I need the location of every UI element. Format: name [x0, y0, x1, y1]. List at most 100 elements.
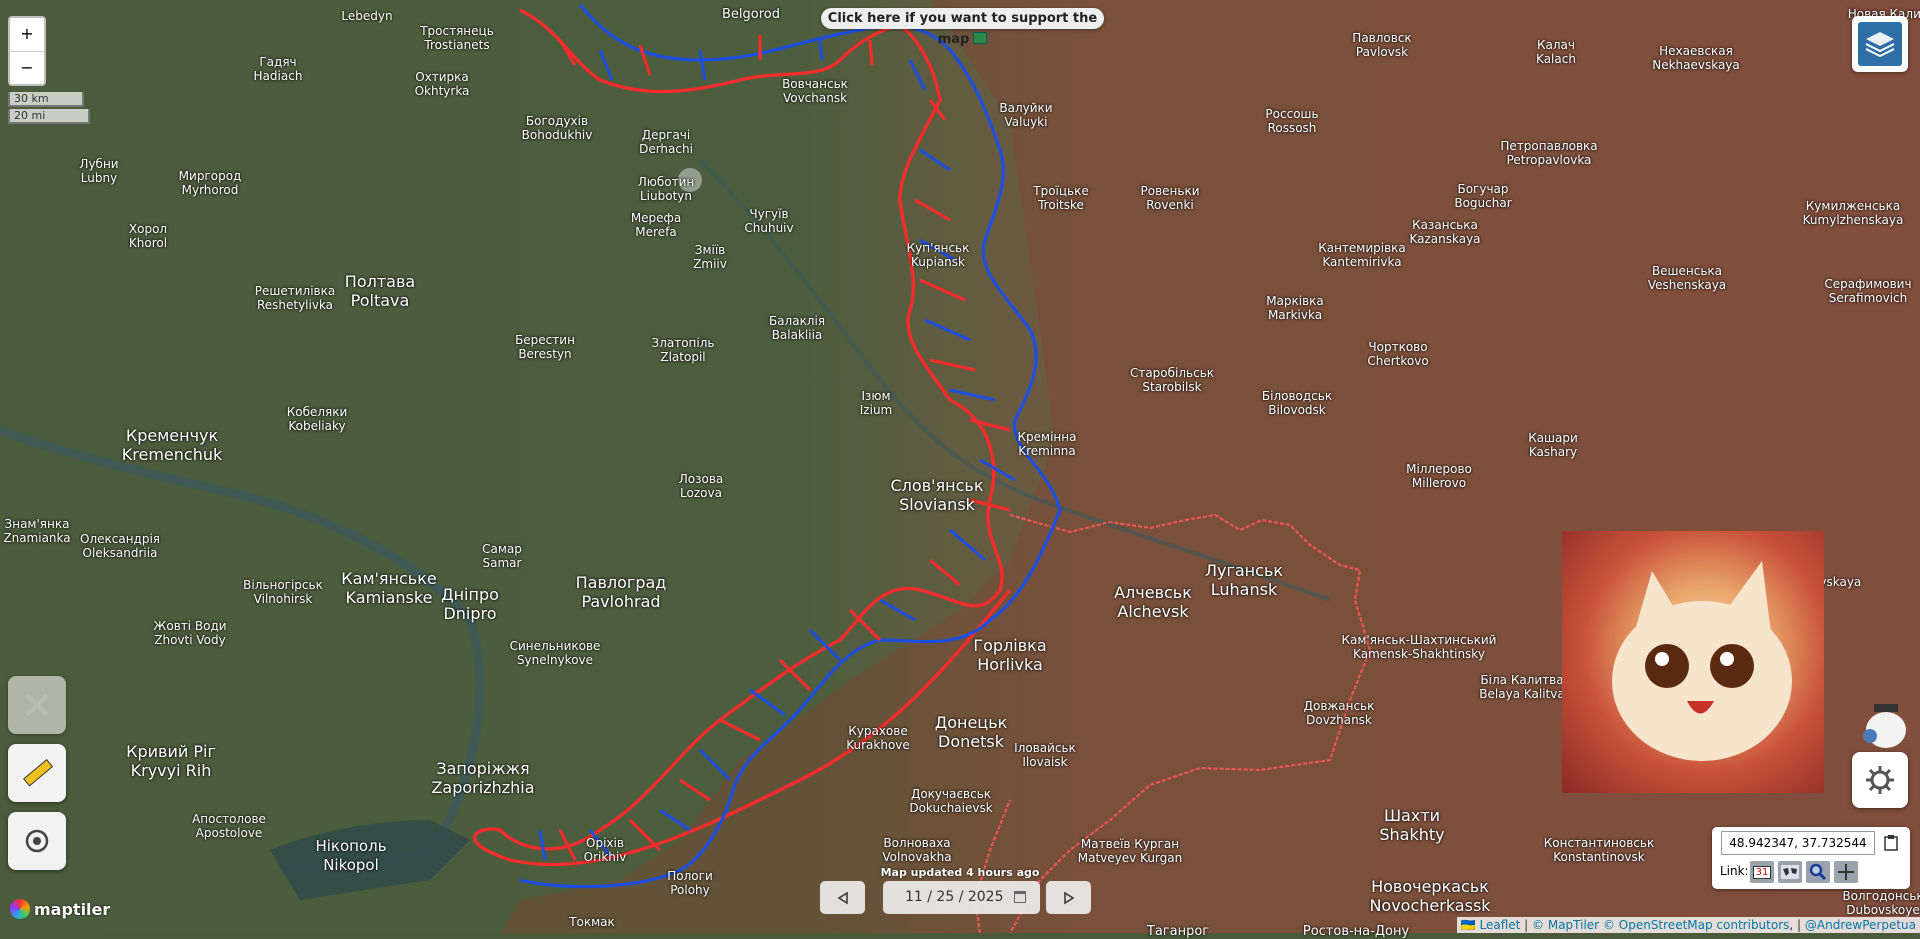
ruler-icon [22, 758, 54, 787]
maptiler-link[interactable]: © MapTiler [1532, 918, 1599, 932]
prev-date-button[interactable] [820, 881, 865, 914]
city-label: Лубни Lubny [79, 157, 118, 185]
city-name-local: Кам'янськ-Шахтинський [1341, 633, 1497, 647]
zoom-out-button[interactable]: − [10, 52, 44, 84]
city-name-latin: Chuhuiv [744, 221, 794, 235]
city-name-local: Горлівка [973, 636, 1047, 655]
city-name-local: Петропавловка [1500, 139, 1598, 153]
city-label: Полтава Poltava [345, 272, 415, 310]
city-name-local: Троїцьке [1033, 184, 1089, 198]
city-name-latin: Markivka [1267, 308, 1323, 322]
city-label: Ровеньки Rovenki [1141, 184, 1200, 212]
city-label: Шахти Shakhty [1379, 806, 1444, 844]
city-name-local: Кумилженська [1805, 199, 1901, 213]
city-label: Луганськ Luhansk [1205, 561, 1283, 599]
city-name-latin: Dovzhansk [1306, 713, 1372, 727]
city-label: Кривий Ріг Kryvyi Rih [126, 742, 216, 780]
city-label: Оріхів Orikhiv [584, 836, 627, 864]
next-date-button[interactable] [1046, 881, 1091, 914]
city-name-local: Тростянець [420, 24, 494, 38]
city-name-local: Златопіль [651, 336, 715, 350]
city-label: Балаклія Balakliia [769, 314, 825, 342]
city-name-latin: Samar [482, 556, 522, 570]
city-name-latin: Luhansk [1210, 580, 1278, 599]
city-label: Lebedyn [341, 9, 392, 23]
city-name-latin: Belaya Kalitva [1479, 687, 1565, 701]
maptiler-logo[interactable]: maptiler [10, 899, 110, 919]
x-button[interactable] [8, 676, 66, 734]
city-name-latin: Polohy [670, 883, 710, 897]
link-crosshair-button[interactable] [1834, 861, 1858, 883]
city-name-latin: Derhachi [639, 142, 693, 156]
city-name-latin: Matveyev Kurgan [1077, 851, 1183, 865]
city-name-latin: Kashary [1528, 445, 1578, 459]
city-name-latin: Bilovodsk [1268, 403, 1326, 417]
city-name-latin: Dubovskoye [1846, 903, 1920, 917]
city-label: Belgorod [722, 7, 780, 22]
locate-icon [25, 829, 49, 853]
city-label: Ростов-на-Дону [1303, 924, 1409, 939]
city-label: Волгодонськ Dubovskoye [1842, 889, 1920, 917]
locate-button[interactable] [8, 812, 66, 870]
link-zoom-button[interactable] [1806, 861, 1830, 883]
city-name-latin: Kamensk-Shakhtinsky [1353, 647, 1485, 661]
city-name-local: Решетилівка [254, 284, 336, 298]
triangle-left-icon [837, 891, 848, 904]
city-name-local: Оріхів [586, 836, 624, 850]
city-label: Миргород Myrhorod [179, 169, 242, 197]
city-label: Вовчанськ Vovchansk [782, 77, 848, 105]
hatch-mark [868, 39, 874, 66]
city-name-local: Нехаевская [1659, 44, 1733, 58]
city-name-latin: Millerovo [1411, 476, 1467, 490]
city-label: Хорол Khorol [129, 222, 167, 250]
settings-button[interactable] [1852, 752, 1908, 808]
city-name-latin: Chertkovo [1367, 354, 1429, 368]
city-name-latin: Kobeliaky [288, 419, 346, 433]
city-name-local: Новочеркаськ [1371, 877, 1489, 896]
city-label: Серафимович Serafimovich [1824, 277, 1911, 305]
osm-link[interactable]: © OpenStreetMap contributors [1603, 918, 1789, 932]
city-label: Петропавловка Petropavlovka [1500, 139, 1597, 167]
city-label: Горлівка Horlivka [973, 636, 1046, 674]
copy-icon[interactable] [1882, 834, 1900, 852]
city-label: Докучаєвськ Dokuchaievsk [909, 787, 992, 815]
city-name-local: Іловайськ [1014, 741, 1076, 755]
gear-icon [1866, 766, 1894, 794]
city-label: Донецьк Donetsk [935, 713, 1008, 751]
city-name-latin: Volnovakha [882, 850, 952, 864]
city-label: Алчевськ Alchevsk [1114, 583, 1192, 621]
city-label: Запоріжжя Zaporizhzhia [431, 759, 534, 797]
city-name-local: Чугуїв [749, 207, 789, 221]
layers-button[interactable] [1852, 16, 1908, 72]
zoom-in-button[interactable]: + [10, 18, 44, 52]
link-calendar-button[interactable]: 31 [1750, 861, 1774, 883]
city-label: Апостолове Apostolove [192, 812, 266, 840]
ruler-button[interactable] [8, 744, 66, 802]
city-name-local: Кривий Ріг [126, 742, 216, 761]
cat-image[interactable] [1562, 531, 1824, 793]
leaflet-link[interactable]: Leaflet [1480, 918, 1521, 932]
city-name-latin: Alchevsk [1117, 602, 1189, 621]
city-name-local: Ізюм [861, 389, 891, 403]
city-name-latin: Pavlovsk [1355, 45, 1409, 59]
coordinates-field[interactable]: 48.942347, 37.732544 [1721, 831, 1875, 855]
city-label: Кантемирівка Kantemirivka [1318, 241, 1406, 269]
city-name-local: Охтирка [415, 70, 469, 84]
city-name-local: Lebedyn [341, 9, 393, 23]
support-banner[interactable]: Click here if you want to support the ma… [821, 8, 1104, 47]
maptiler-logo-text: maptiler [34, 899, 111, 919]
city-label: Чугуїв Chuhuiv [744, 207, 793, 235]
city-name-latin: Kryvyi Rih [130, 761, 212, 780]
city-name-latin: Pavlohrad [581, 592, 661, 611]
city-name-local: Кантемирівка [1318, 241, 1406, 255]
date-picker[interactable]: 11 / 25 / 2025 [883, 881, 1040, 914]
city-name-local: Таганрог [1146, 924, 1210, 939]
link-map-button[interactable] [1778, 861, 1802, 883]
city-name-local: Казанська [1412, 218, 1478, 232]
city-name-local: Куп'янськ [906, 241, 970, 255]
city-name-local: Дергачі [641, 128, 691, 142]
city-name-local: Самар [482, 542, 522, 556]
city-name-local: Шахти [1383, 806, 1441, 825]
layers-icon [1858, 22, 1902, 66]
author-link[interactable]: @AndrewPerpetua [1805, 918, 1916, 932]
